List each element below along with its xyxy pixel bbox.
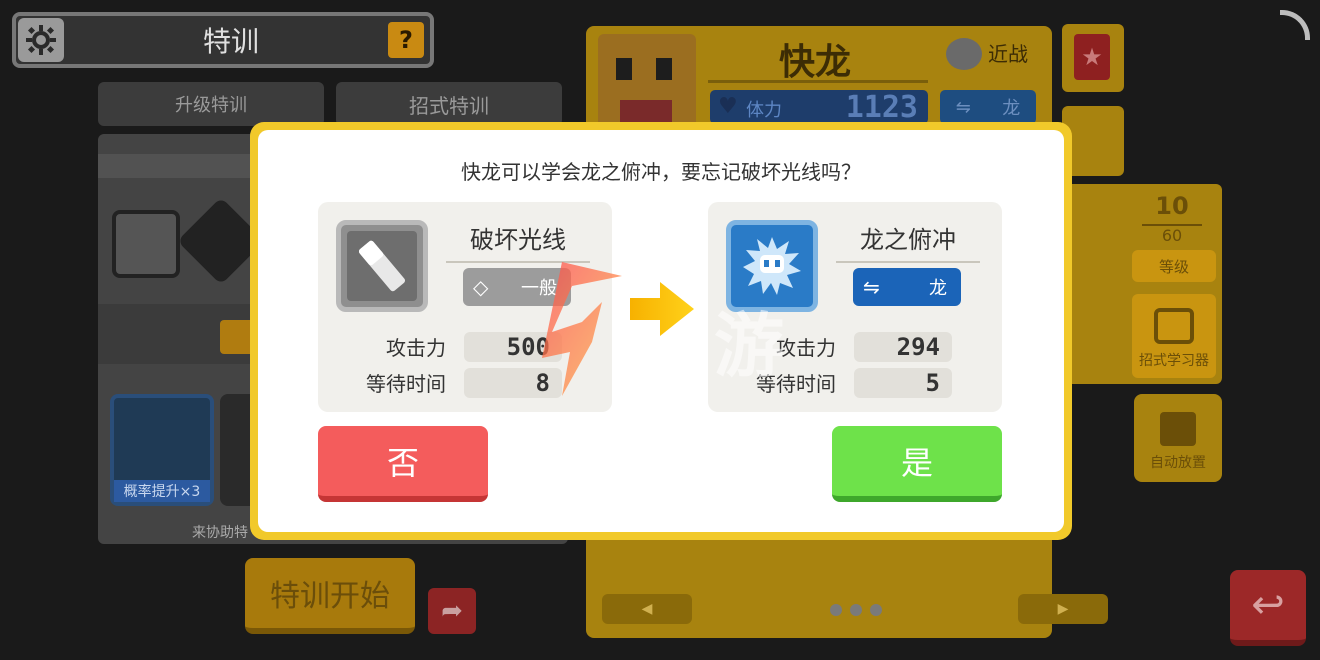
page-indicator xyxy=(830,604,882,616)
dragon-type-badge: ⇋ 龙 xyxy=(853,268,961,306)
wait-label: 等待时间 xyxy=(366,372,446,396)
next-page-button[interactable]: ▶ xyxy=(1018,594,1108,624)
new-move-name: 龙之俯冲 xyxy=(836,220,980,263)
old-move-name: 破坏光线 xyxy=(446,220,590,263)
wait-value: 5 xyxy=(854,368,952,398)
level-panel: 10 60 等级 招式学习器 xyxy=(1052,184,1222,384)
help-icon[interactable]: ? xyxy=(388,22,424,58)
assist-pokemon-card[interactable]: 概率提升×3 xyxy=(110,394,214,506)
dragon-type-icon: ⇋ xyxy=(863,275,880,299)
arrow-right-icon xyxy=(630,282,694,336)
yes-button[interactable]: 是 xyxy=(832,426,1002,502)
move-learner-button[interactable]: 招式学习器 xyxy=(1132,294,1216,378)
hyper-beam-icon xyxy=(336,220,428,312)
pokemon-name: 快龙 xyxy=(778,42,851,83)
forget-move-dialog: 快龙可以学会龙之俯冲，要忘记破坏光线吗？ 破坏光线 ◇ 一般 攻击力 500 等… xyxy=(250,122,1072,540)
pokemon-type-badge: ⇋ 龙 xyxy=(940,90,1036,124)
favorite-star-icon[interactable]: ★ xyxy=(1074,34,1110,80)
back-icon[interactable]: ↩ xyxy=(1230,570,1306,646)
level-current: 10 xyxy=(1155,192,1189,220)
page-title: 特训 xyxy=(202,25,259,58)
move-slot[interactable] xyxy=(112,210,180,278)
move-learner-icon xyxy=(1154,308,1194,344)
share-icon[interactable]: ➦ xyxy=(428,588,476,634)
melee-icon xyxy=(946,38,982,70)
dragon-type-icon: ⇋ xyxy=(955,96,971,118)
prev-page-button[interactable]: ◀ xyxy=(602,594,692,624)
dialog-question: 快龙可以学会龙之俯冲，要忘记破坏光线吗？ xyxy=(461,160,861,184)
combat-style: 近战 xyxy=(988,42,1028,66)
heart-icon: ♥ xyxy=(718,94,738,119)
title-bar: 特训 ? xyxy=(12,12,434,68)
probability-badge: 概率提升×3 xyxy=(114,480,210,502)
hp-label: 体力 xyxy=(746,100,782,121)
tab-move-training[interactable]: 招式特训 xyxy=(336,82,562,126)
tab-upgrade-training[interactable]: 升级特训 xyxy=(98,82,324,126)
level-button[interactable]: 等级 xyxy=(1132,250,1216,282)
robot-icon xyxy=(1160,412,1196,446)
auto-place-button[interactable]: 自动放置 xyxy=(1134,394,1222,482)
no-button[interactable]: 否 xyxy=(318,426,488,502)
watermark-logo xyxy=(542,262,622,396)
start-training-button[interactable]: 特训开始 xyxy=(245,558,415,634)
attack-label: 攻击力 xyxy=(386,336,446,360)
assist-text: 来协助特 xyxy=(192,525,248,541)
normal-type-icon: ◇ xyxy=(473,275,489,299)
favorite-panel: ★ xyxy=(1062,24,1124,92)
level-max: 60 xyxy=(1142,224,1202,245)
watermark-text: 游 xyxy=(714,305,784,387)
attack-value: 294 xyxy=(854,332,952,362)
hp-value: 1123 xyxy=(845,90,918,125)
gear-icon[interactable] xyxy=(18,18,64,62)
hp-box: ♥ 体力 1123 xyxy=(710,90,928,125)
